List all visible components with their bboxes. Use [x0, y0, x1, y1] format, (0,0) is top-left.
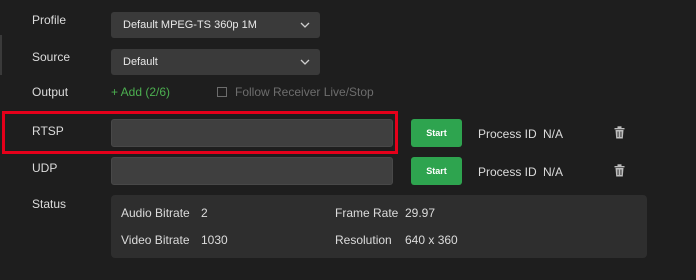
resolution-label: Resolution [335, 233, 392, 247]
rtsp-start-button[interactable]: Start [411, 119, 462, 147]
follow-receiver-toggle[interactable]: Follow Receiver Live/Stop [217, 85, 374, 99]
audio-bitrate-value: 2 [201, 206, 208, 220]
follow-receiver-checkbox[interactable] [217, 87, 227, 97]
udp-url-input[interactable] [111, 157, 393, 185]
rtsp-label: RTSP [32, 124, 64, 138]
status-panel: Audio Bitrate 2 Frame Rate 29.97 Video B… [111, 195, 647, 258]
video-bitrate-label: Video Bitrate [121, 233, 190, 247]
output-label: Output [32, 85, 69, 99]
profile-select-value: Default MPEG-TS 360p 1M [123, 19, 257, 31]
udp-process-id-label: Process ID [478, 165, 537, 179]
status-label: Status [32, 197, 67, 211]
profile-label: Profile [32, 13, 67, 27]
frame-rate-label: Frame Rate [335, 206, 399, 220]
add-output-button[interactable]: + Add (2/6) [111, 85, 170, 99]
chevron-down-icon [300, 12, 310, 38]
chevron-down-icon [300, 49, 310, 75]
frame-rate-value: 29.97 [405, 206, 436, 220]
udp-label: UDP [32, 161, 58, 175]
source-label: Source [32, 50, 71, 64]
profile-select[interactable]: Default MPEG-TS 360p 1M [111, 12, 320, 38]
trash-icon[interactable] [614, 164, 625, 180]
udp-process-id-value: N/A [543, 165, 564, 179]
source-select[interactable]: Default [111, 49, 320, 75]
udp-start-button[interactable]: Start [411, 157, 462, 185]
video-bitrate-value: 1030 [201, 233, 228, 247]
source-select-value: Default [123, 56, 158, 68]
rtsp-process-id-label: Process ID [478, 127, 537, 141]
rtsp-url-input[interactable] [111, 119, 393, 147]
rtsp-process-id-value: N/A [543, 127, 564, 141]
resolution-value: 640 x 360 [405, 233, 458, 247]
audio-bitrate-label: Audio Bitrate [121, 206, 190, 220]
left-edge-divider [0, 35, 2, 75]
trash-icon[interactable] [614, 126, 625, 142]
follow-receiver-label: Follow Receiver Live/Stop [235, 85, 374, 99]
